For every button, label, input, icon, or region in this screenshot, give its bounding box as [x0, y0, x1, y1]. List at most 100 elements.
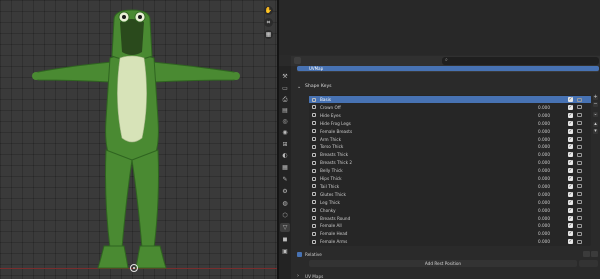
shape-key-value[interactable]: 0.000	[538, 160, 550, 165]
shape-key-mute-checkbox[interactable]: ✓	[568, 223, 573, 229]
shape-key-mute-checkbox[interactable]: ✓	[568, 183, 573, 189]
lock-icon[interactable]	[577, 208, 582, 213]
shape-key-name[interactable]: Female Head	[320, 231, 347, 236]
shape-key-mute-checkbox[interactable]: ✓	[568, 112, 573, 118]
lock-icon[interactable]	[577, 152, 582, 157]
lock-icon[interactable]	[577, 105, 582, 110]
shape-key-name[interactable]: Tail Thick	[320, 184, 339, 189]
lock-icon[interactable]	[577, 160, 582, 165]
tab-material[interactable]: ◼	[280, 235, 290, 244]
tab-modifiers[interactable]: ✎	[280, 175, 290, 184]
lock-icon[interactable]	[577, 231, 582, 236]
shape-key-row[interactable]: Leg Thick 0.000 ✓	[309, 199, 591, 206]
shape-key-value[interactable]: 0.000	[538, 121, 550, 126]
editor-type-icon[interactable]	[294, 57, 301, 64]
shape-key-row[interactable]: Female Breasts 0.000 ✓	[309, 128, 591, 135]
3d-viewport[interactable]: ✋ ⌗ ▦	[0, 0, 277, 279]
shape-key-mute-checkbox[interactable]: ✓	[568, 144, 573, 150]
shape-key-mute-checkbox[interactable]: ✓	[568, 231, 573, 237]
shape-key-name[interactable]: Belly Thick	[320, 168, 343, 173]
shape-key-mute-checkbox[interactable]: ✓	[568, 176, 573, 181]
shape-key-mute-checkbox[interactable]: ✓	[568, 120, 573, 126]
shape-key-name[interactable]: Leg Thick	[320, 200, 340, 205]
lock-icon[interactable]	[577, 137, 582, 141]
lock-icon[interactable]	[577, 239, 582, 244]
shape-key-row[interactable]: Basis ✓	[309, 96, 591, 103]
shape-key-value[interactable]: 0.000	[538, 129, 550, 134]
shape-key-row[interactable]: Torso Thick 0.000 ✓	[309, 143, 591, 150]
remove-shape-key-button[interactable]: −	[593, 102, 598, 107]
shape-key-specials-button[interactable]: ⌄	[593, 112, 598, 117]
lock-icon[interactable]	[577, 200, 582, 205]
shape-key-value[interactable]: 0.000	[538, 200, 550, 205]
lock-icon[interactable]	[577, 113, 582, 118]
tab-texture[interactable]: ◐	[280, 151, 290, 160]
shape-key-row[interactable]: Female Arms 0.000 ✓	[309, 238, 591, 245]
shape-key-name[interactable]: Female All	[320, 223, 342, 228]
shape-key-name[interactable]: Female Arms	[320, 239, 347, 244]
uv-map-list[interactable]: UVMap	[297, 66, 599, 72]
lock-icon[interactable]	[577, 144, 582, 149]
shape-key-name[interactable]: Breasts Round	[320, 216, 350, 221]
shape-key-mute-checkbox[interactable]: ✓	[568, 97, 573, 102]
search-input[interactable]	[442, 57, 599, 65]
shape-key-mute-checkbox[interactable]: ✓	[568, 239, 573, 245]
lock-icon[interactable]	[577, 223, 582, 228]
shape-key-value[interactable]: 0.000	[538, 105, 550, 110]
move-down-button[interactable]: ▾	[593, 129, 598, 134]
tab-texture-2[interactable]: ▣	[280, 247, 290, 256]
lock-icon[interactable]	[577, 192, 582, 197]
shape-key-value[interactable]: 0.000	[538, 176, 550, 181]
shape-key-name[interactable]: Breasts Thick	[320, 152, 348, 157]
uv-maps-panel-header[interactable]: › UV Maps	[297, 273, 323, 279]
shape-key-value[interactable]: 0.000	[538, 184, 550, 189]
shape-key-name[interactable]: Glutes Thick	[320, 192, 346, 197]
shape-key-name[interactable]: Hips Thick	[320, 176, 342, 181]
add-shape-key-button[interactable]: +	[593, 95, 598, 100]
shape-key-mute-checkbox[interactable]: ✓	[568, 191, 573, 197]
move-up-button[interactable]: ▴	[593, 122, 598, 127]
shape-key-row[interactable]: Female Head 0.000 ✓	[309, 230, 591, 237]
shape-key-row[interactable]: Chonky 0.000 ✓	[309, 207, 591, 214]
lock-icon[interactable]	[577, 184, 582, 189]
lock-icon[interactable]	[577, 216, 582, 220]
shape-key-name[interactable]: Basis	[320, 97, 331, 102]
lock-icon[interactable]	[577, 176, 582, 181]
shape-key-mute-checkbox[interactable]: ✓	[568, 104, 573, 110]
shape-key-mute-checkbox[interactable]: ✓	[568, 199, 573, 205]
shape-key-mute-checkbox[interactable]: ✓	[568, 136, 573, 142]
shape-key-name[interactable]: Crown Off	[320, 105, 341, 110]
pin-icon[interactable]	[583, 251, 590, 257]
shape-key-value[interactable]: 0.000	[538, 152, 550, 157]
shape-key-name[interactable]: Hide Frog Legs	[320, 121, 351, 126]
object-origin-icon[interactable]	[130, 264, 138, 272]
shape-key-value[interactable]: 0.000	[538, 137, 550, 142]
shape-key-row[interactable]: Hide Frog Legs 0.000 ✓	[309, 120, 591, 127]
shape-key-value[interactable]: 0.000	[538, 239, 550, 244]
tab-world[interactable]: ◉	[280, 128, 290, 137]
relative-toggle[interactable]: Relative	[297, 251, 322, 258]
tab-object[interactable]: ▦	[280, 163, 290, 172]
shape-key-row[interactable]: Belly Thick 0.000 ✓	[309, 167, 591, 174]
shape-key-mute-checkbox[interactable]: ✓	[568, 152, 573, 158]
shape-key-row[interactable]: Hips Thick 0.000 ✓	[309, 175, 591, 182]
tab-output[interactable]: ⎙	[280, 95, 290, 104]
tab-object-data[interactable]: ▽	[280, 223, 290, 232]
shape-key-name[interactable]: Breasts Thick 2	[320, 160, 352, 165]
shape-key-value[interactable]: 0.000	[538, 208, 550, 213]
shape-key-name[interactable]: Chonky	[320, 208, 336, 213]
shape-key-row[interactable]: Glutes Thick 0.000 ✓	[309, 191, 591, 198]
add-rest-position-button[interactable]: Add Rest Position	[309, 260, 577, 267]
shape-keys-list[interactable]: Basis ✓ Crown Off 0.000 ✓ Hide Eyes 0.000 ✓ Hide…	[309, 95, 591, 246]
shape-key-value[interactable]: 0.000	[538, 192, 550, 197]
tab-particles[interactable]: ⚙	[280, 187, 290, 196]
lock-icon[interactable]	[577, 168, 582, 173]
shape-key-mute-checkbox[interactable]: ✓	[568, 160, 573, 166]
lock-icon[interactable]	[577, 129, 582, 134]
shape-key-value[interactable]: 0.000	[538, 168, 550, 173]
edit-mode-icon[interactable]	[591, 251, 598, 257]
relative-checkbox[interactable]	[297, 252, 302, 257]
shape-key-row[interactable]: Hide Eyes 0.000 ✓	[309, 112, 591, 119]
tab-scene[interactable]: ◎	[280, 117, 290, 126]
lock-icon[interactable]	[577, 97, 582, 102]
